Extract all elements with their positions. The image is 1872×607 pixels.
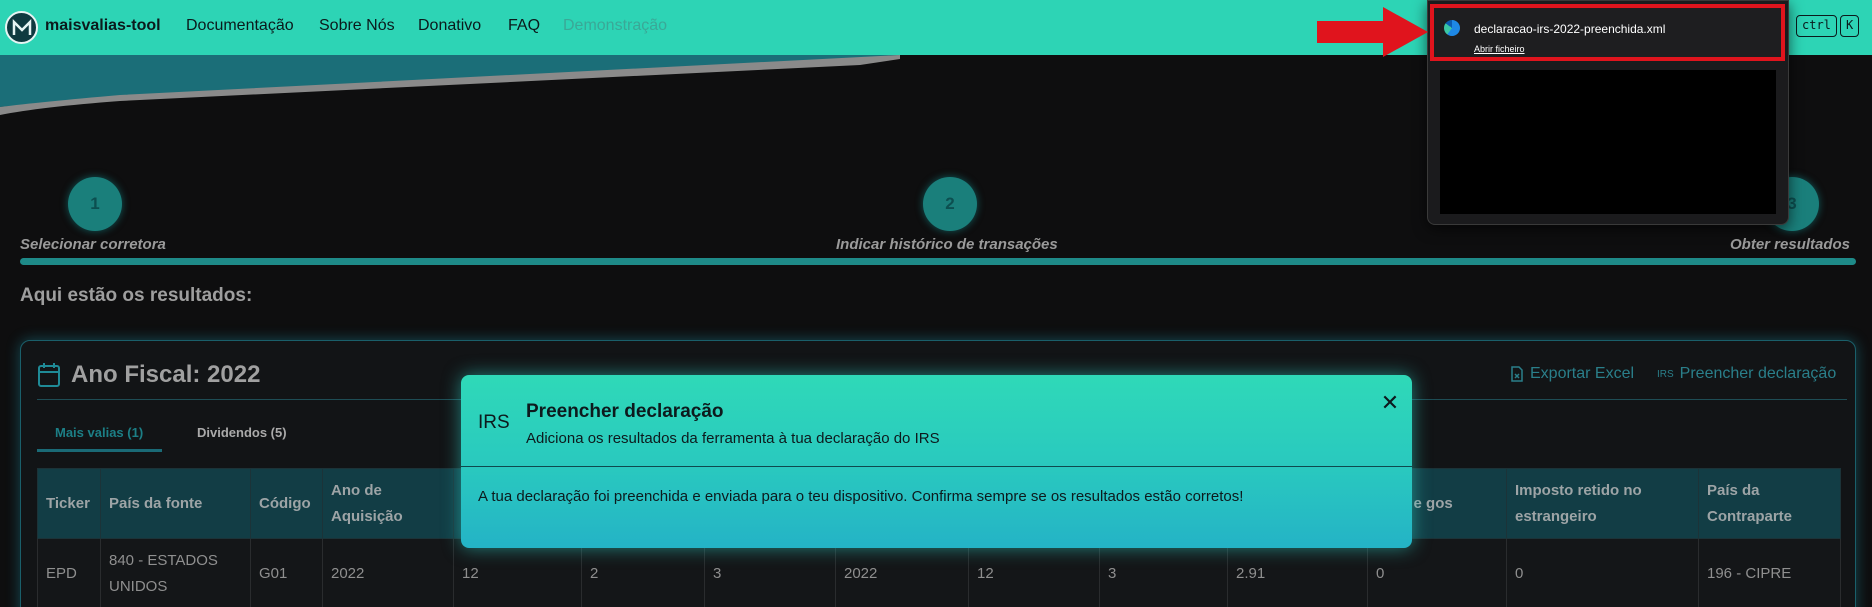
table-cell: 196 - CIPRE [1698, 538, 1841, 607]
table-cell: 2 [581, 538, 705, 607]
table-cell: 12 [968, 538, 1100, 607]
fill-declaration-modal: IRS Preencher declaração Adiciona os res… [461, 375, 1412, 548]
table-cell: EPD [37, 538, 101, 607]
nav-demonstracao[interactable]: Demonstração [563, 17, 667, 35]
table-cell: 0 [1367, 538, 1507, 607]
modal-message: A tua declaração foi preenchida e enviad… [478, 488, 1244, 505]
fill-declaration-button[interactable]: IRS Preencher declaração [1657, 365, 1836, 383]
table-cell: 2022 [835, 538, 969, 607]
step-1-label: Selecionar corretora [20, 236, 166, 253]
table-cell: G01 [250, 538, 323, 607]
logo-icon[interactable] [5, 11, 38, 44]
step-3-label: Obter resultados [1730, 236, 1851, 253]
modal-title: Preencher declaração [526, 401, 724, 422]
column-header[interactable]: Imposto retido no estrangeiro [1506, 468, 1699, 539]
results-heading: Aqui estão os resultados: [20, 285, 253, 306]
table-cell: 2.91 [1227, 538, 1368, 607]
column-header[interactable]: Código [250, 468, 323, 539]
nav-documentacao[interactable]: Documentação [186, 17, 294, 35]
column-header[interactable]: País da fonte [100, 468, 251, 539]
close-icon[interactable]: ✕ [1380, 392, 1400, 414]
open-file-link[interactable]: Abrir ficheiro [1474, 44, 1525, 54]
table-cell: 3 [704, 538, 836, 607]
downloads-popup: declaracao-irs-2022-preenchida.xml Abrir… [1427, 0, 1789, 225]
download-item[interactable]: declaracao-irs-2022-preenchida.xml Abrir… [1430, 4, 1785, 61]
download-preview-area [1440, 70, 1776, 214]
tab-dividendos[interactable]: Dividendos (5) [197, 425, 287, 440]
irs-icon: IRS [1657, 368, 1674, 380]
fiscal-year-title: Ano Fiscal: 2022 [37, 361, 260, 389]
modal-divider [461, 466, 1412, 467]
step-2-circle: 2 [923, 177, 977, 231]
app-root: maisvalias-tool Documentação Sobre Nós D… [0, 0, 1872, 607]
brand-name[interactable]: maisvalias-tool [45, 17, 161, 35]
download-filename: declaracao-irs-2022-preenchida.xml [1474, 22, 1666, 36]
table-cell: 840 - ESTADOS UNIDOS [100, 538, 251, 607]
red-arrow-annotation [1317, 7, 1428, 57]
browser-edge-icon [1444, 20, 1460, 36]
table-row: EPD 840 - ESTADOS UNIDOS G01 2022 12 2 3… [37, 538, 1841, 607]
nav-faq[interactable]: FAQ [508, 17, 540, 35]
shortcut-key-ctrl: ctrl [1796, 15, 1837, 37]
calendar-icon [38, 363, 60, 387]
table-cell: 3 [1099, 538, 1228, 607]
shortcut-key-k: K [1840, 15, 1860, 37]
step-2-label: Indicar histórico de transações [836, 236, 1058, 253]
table-cell: 12 [453, 538, 582, 607]
table-cell: 2022 [322, 538, 454, 607]
tab-mais-valias[interactable]: Mais valias (1) [55, 425, 143, 440]
table-cell: 0 [1506, 538, 1699, 607]
header-wave-decoration [0, 55, 900, 115]
nav-donativo[interactable]: Donativo [418, 17, 481, 35]
column-header[interactable]: País da Contraparte [1698, 468, 1841, 539]
nav-sobre-nos[interactable]: Sobre Nós [319, 17, 395, 35]
irs-icon: IRS [478, 412, 510, 433]
modal-subtitle: Adiciona os resultados da ferramenta à t… [526, 430, 940, 447]
steps-progress-bar [20, 258, 1856, 265]
active-tab-underline [37, 449, 162, 452]
excel-file-icon [1511, 366, 1523, 382]
step-1-circle: 1 [68, 177, 122, 231]
column-header[interactable]: Ticker [37, 468, 101, 539]
export-excel-button[interactable]: Exportar Excel [1510, 365, 1634, 383]
column-header[interactable]: Ano de Aquisição [322, 468, 454, 539]
